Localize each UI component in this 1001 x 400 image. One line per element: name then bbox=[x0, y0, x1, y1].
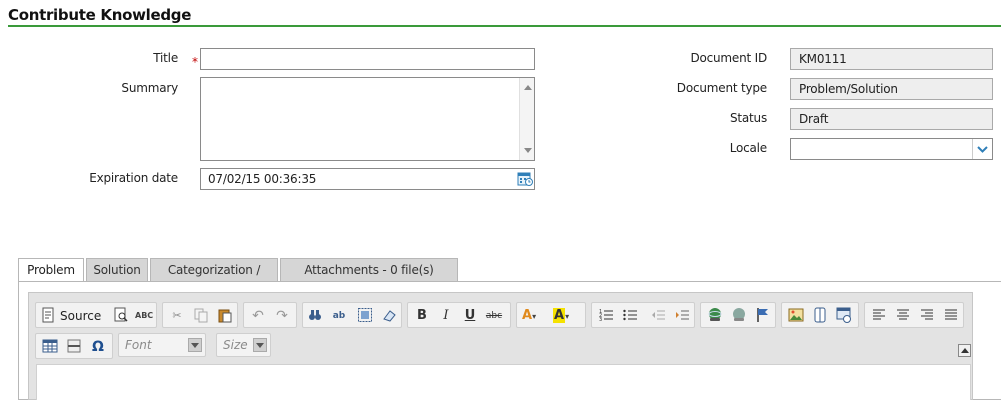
select-all-icon[interactable] bbox=[356, 307, 374, 325]
indent-icon[interactable] bbox=[673, 307, 691, 325]
chevron-down-icon[interactable] bbox=[188, 338, 202, 352]
align-left-icon[interactable] bbox=[870, 307, 888, 325]
horizontal-line-icon[interactable] bbox=[65, 338, 83, 356]
text-color-icon[interactable]: A▾ bbox=[522, 307, 550, 325]
tab-attachments[interactable]: Attachments - 0 file(s) attached bbox=[280, 258, 458, 299]
calendar-icon[interactable] bbox=[517, 171, 533, 187]
summary-textarea[interactable] bbox=[200, 77, 535, 161]
toolbar-group-objects: Ω bbox=[35, 333, 113, 359]
replace-icon[interactable]: ab bbox=[330, 307, 348, 325]
remove-format-icon[interactable] bbox=[380, 307, 398, 325]
find-icon[interactable] bbox=[306, 307, 324, 325]
source-icon[interactable] bbox=[39, 307, 57, 325]
toolbar-group-align bbox=[864, 302, 964, 328]
align-center-icon[interactable] bbox=[894, 307, 912, 325]
tab-problem[interactable]: Problem bbox=[18, 258, 84, 283]
toolbar-group-editing: ab bbox=[302, 302, 402, 328]
italic-icon[interactable]: I bbox=[437, 307, 455, 325]
justify-icon[interactable] bbox=[942, 307, 960, 325]
flash-icon[interactable] bbox=[811, 307, 829, 325]
chevron-down-icon[interactable] bbox=[253, 338, 267, 352]
toolbar-group-basicstyles: B I U abc bbox=[407, 302, 511, 328]
outdent-icon[interactable] bbox=[649, 307, 667, 325]
svg-text:3: 3 bbox=[599, 317, 602, 323]
table-icon[interactable] bbox=[41, 338, 59, 356]
size-select[interactable]: Size bbox=[216, 333, 271, 357]
toolbar-group-links bbox=[700, 302, 776, 328]
title-input[interactable] bbox=[200, 48, 535, 70]
toolbar-group-history: ↶ ↷ bbox=[243, 302, 297, 328]
source-button-label[interactable]: Source bbox=[60, 307, 101, 325]
summary-text bbox=[201, 78, 534, 84]
unlink-icon[interactable] bbox=[730, 307, 748, 325]
document-id-field: KM0111 bbox=[790, 48, 993, 70]
bulleted-list-icon[interactable] bbox=[621, 307, 639, 325]
document-id-label: Document ID bbox=[690, 51, 767, 65]
align-right-icon[interactable] bbox=[918, 307, 936, 325]
link-icon[interactable] bbox=[706, 307, 724, 325]
numbered-list-icon[interactable]: 123 bbox=[597, 307, 615, 325]
spellcheck-icon[interactable]: ABC bbox=[135, 307, 153, 325]
locale-label: Locale bbox=[729, 141, 767, 155]
title-divider bbox=[8, 25, 1001, 27]
iframe-icon[interactable] bbox=[835, 307, 853, 325]
image-icon[interactable] bbox=[787, 307, 805, 325]
underline-icon[interactable]: U bbox=[461, 307, 479, 325]
bold-icon[interactable]: B bbox=[413, 307, 431, 325]
toolbar-group-colors: A▾ A▾ bbox=[516, 302, 586, 328]
scroll-up-icon[interactable] bbox=[524, 85, 532, 90]
tab-categorization-flags[interactable]: Categorization / Flags bbox=[150, 258, 278, 299]
strikethrough-icon[interactable]: abc bbox=[485, 307, 503, 325]
redo-icon[interactable]: ↷ bbox=[273, 307, 291, 325]
toolbar-group-document: Source ABC bbox=[35, 302, 157, 328]
font-select[interactable]: Font bbox=[118, 333, 206, 357]
document-type-field: Problem/Solution bbox=[790, 78, 993, 100]
toolbar-group-paragraph: 123 bbox=[591, 302, 695, 328]
title-label: Title bbox=[153, 51, 178, 65]
background-color-icon[interactable]: A▾ bbox=[553, 307, 581, 325]
paste-icon[interactable] bbox=[216, 307, 234, 325]
expiration-date-field[interactable]: 07/02/15 00:36:35 bbox=[200, 168, 535, 190]
editor-content-area[interactable] bbox=[36, 364, 971, 400]
scroll-down-icon[interactable] bbox=[524, 148, 532, 153]
copy-icon[interactable] bbox=[192, 307, 210, 325]
status-label: Status bbox=[729, 111, 767, 125]
required-marker: * bbox=[192, 55, 198, 69]
tab-solution[interactable]: Solution bbox=[86, 258, 148, 281]
undo-icon[interactable]: ↶ bbox=[249, 307, 267, 325]
expiration-date-value: 07/02/15 00:36:35 bbox=[208, 172, 317, 186]
summary-scrollbar[interactable] bbox=[519, 78, 534, 160]
chevron-down-icon[interactable] bbox=[972, 139, 992, 159]
special-char-icon[interactable]: Ω bbox=[89, 338, 107, 356]
locale-select[interactable] bbox=[790, 138, 993, 160]
status-field: Draft bbox=[790, 108, 993, 130]
size-select-label: Size bbox=[223, 338, 248, 352]
expiration-date-label: Expiration date bbox=[89, 171, 178, 185]
document-type-label: Document type bbox=[676, 81, 767, 95]
summary-label: Summary bbox=[121, 81, 178, 95]
toolbar-group-clipboard: ✂ bbox=[162, 302, 238, 328]
cut-icon[interactable]: ✂ bbox=[168, 307, 186, 325]
collapse-toolbar-button[interactable] bbox=[958, 344, 971, 357]
toolbar-group-insert bbox=[781, 302, 859, 328]
page-title: Contribute Knowledge bbox=[8, 6, 192, 24]
font-select-label: Font bbox=[125, 338, 152, 352]
anchor-icon[interactable] bbox=[754, 307, 772, 325]
preview-icon[interactable] bbox=[112, 307, 130, 325]
